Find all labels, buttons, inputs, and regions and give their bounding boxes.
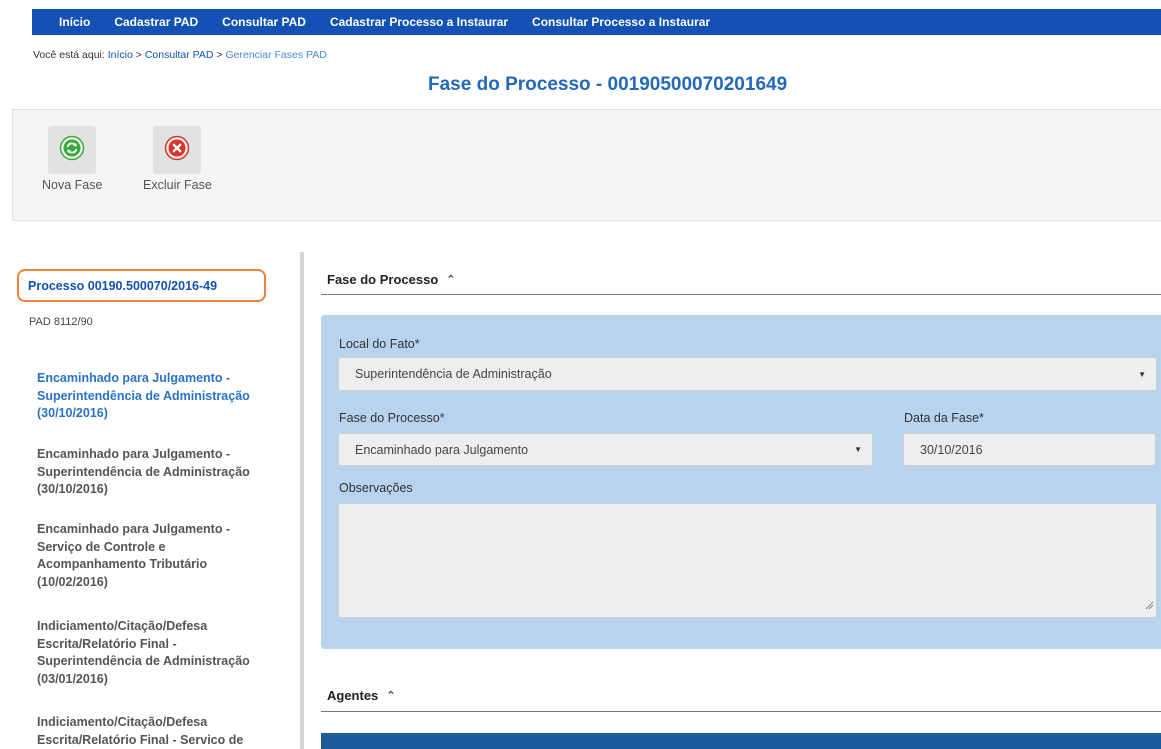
- breadcrumb-separator: >: [216, 49, 223, 61]
- nav-consultar-pad[interactable]: Consultar PAD: [222, 15, 306, 29]
- local-select[interactable]: Superintendência de Administração ▼: [338, 357, 1157, 391]
- dropdown-caret-icon: ▼: [854, 445, 862, 454]
- fase-label: Fase do Processo*: [339, 411, 445, 425]
- nav-cadastrar-pad[interactable]: Cadastrar PAD: [114, 15, 198, 29]
- obs-label: Observações: [339, 481, 413, 495]
- phase-line: Encaminhado para Julgamento -: [37, 447, 231, 461]
- phase-list-item[interactable]: Indiciamento/Citação/Defesa Escrita/Rela…: [37, 618, 287, 688]
- nav-inicio[interactable]: Início: [59, 15, 90, 29]
- local-select-value: Superintendência de Administração: [355, 367, 552, 381]
- sidebar-divider: [300, 252, 304, 749]
- fase-select-value: Encaminhado para Julgamento: [355, 442, 529, 457]
- pad-label: PAD 8112/90: [29, 316, 93, 328]
- agents-section-header[interactable]: Agentes ⌃: [327, 688, 396, 703]
- refresh-circle-icon: [59, 135, 85, 166]
- phase-line: (30/10/2016): [37, 406, 108, 420]
- phase-list-item[interactable]: Encaminhado para Julgamento - Superinten…: [37, 446, 287, 499]
- agents-section-title: Agentes: [327, 688, 379, 703]
- phase-line: Encaminhado para Julgamento -: [37, 371, 231, 385]
- data-field-value: 30/10/2016: [920, 442, 983, 457]
- breadcrumb-inicio[interactable]: Início: [108, 49, 133, 61]
- resize-grip-icon[interactable]: [1145, 597, 1154, 615]
- phase-list-item[interactable]: Indiciamento/Citação/Defesa Escrita/Rela…: [37, 714, 287, 749]
- breadcrumb-consultar-pad[interactable]: Consultar PAD: [145, 49, 214, 61]
- page-title: Fase do Processo - 00190500070201649: [428, 74, 788, 95]
- dropdown-caret-icon: ▼: [1138, 369, 1146, 379]
- nav-cadastrar-processo[interactable]: Cadastrar Processo a Instaurar: [330, 15, 508, 29]
- data-field[interactable]: 30/10/2016: [903, 433, 1156, 466]
- section-divider: [321, 294, 1161, 295]
- phase-list-item[interactable]: Encaminhado para Julgamento - Superinten…: [37, 370, 287, 423]
- collapse-chevron-icon[interactable]: ⌃: [386, 689, 395, 702]
- phase-line: Escrita/Relatório Final - Servico de: [37, 732, 244, 747]
- breadcrumb-prefix: Você está aqui:: [33, 49, 105, 61]
- phase-line: Encaminhado para Julgamento -: [37, 522, 231, 536]
- delete-phase-button[interactable]: Excluir Fase: [143, 126, 212, 192]
- breadcrumb-current: Gerenciar Fases PAD: [225, 49, 327, 61]
- delete-phase-label: Excluir Fase: [143, 178, 212, 192]
- section-divider: [321, 711, 1161, 712]
- process-link[interactable]: Processo 00190.500070/2016-49: [17, 269, 266, 302]
- x-circle-icon: [164, 135, 190, 166]
- top-navigation: Início Cadastrar PAD Consultar PAD Cadas…: [32, 9, 1161, 35]
- phase-line: Superintendência de Administração: [37, 388, 250, 403]
- action-toolbar: Nova Fase Excluir Fase: [12, 109, 1161, 221]
- phase-section-title: Fase do Processo: [327, 272, 439, 287]
- phase-line: (10/02/2016): [37, 574, 108, 589]
- data-label: Data da Fase*: [904, 411, 984, 425]
- phase-list-item[interactable]: Encaminhado para Julgamento - Serviço de…: [37, 521, 287, 591]
- nav-consultar-processo[interactable]: Consultar Processo a Instaurar: [532, 15, 710, 29]
- obs-textarea[interactable]: [338, 503, 1157, 618]
- agents-table-header: [321, 733, 1161, 749]
- delete-phase-icon-box: [153, 126, 202, 174]
- phase-line: Indiciamento/Citação/Defesa: [37, 619, 208, 633]
- phase-line: Superintendência de Administração: [37, 464, 250, 479]
- phase-section-header[interactable]: Fase do Processo ⌃: [327, 272, 456, 287]
- phase-line: Serviço de Controle e: [37, 539, 166, 554]
- phase-line: (03/01/2016): [37, 671, 108, 686]
- phase-line: Indiciamento/Citação/Defesa: [37, 715, 208, 729]
- new-phase-icon-box: [48, 126, 97, 174]
- phase-line: Acompanhamento Tributário: [37, 557, 208, 571]
- local-label: Local do Fato*: [339, 337, 420, 351]
- breadcrumb: Você está aqui: Início > Consultar PAD >…: [33, 49, 327, 61]
- breadcrumb-separator: >: [135, 49, 142, 61]
- fase-select[interactable]: Encaminhado para Julgamento ▼: [338, 433, 873, 466]
- phase-line: (30/10/2016): [37, 482, 108, 496]
- new-phase-button[interactable]: Nova Fase: [42, 126, 102, 192]
- collapse-chevron-icon[interactable]: ⌃: [446, 273, 455, 286]
- phase-line: Escrita/Relatório Final -: [37, 636, 177, 651]
- new-phase-label: Nova Fase: [42, 178, 103, 192]
- phase-line: Superintendência de Administração: [37, 654, 250, 668]
